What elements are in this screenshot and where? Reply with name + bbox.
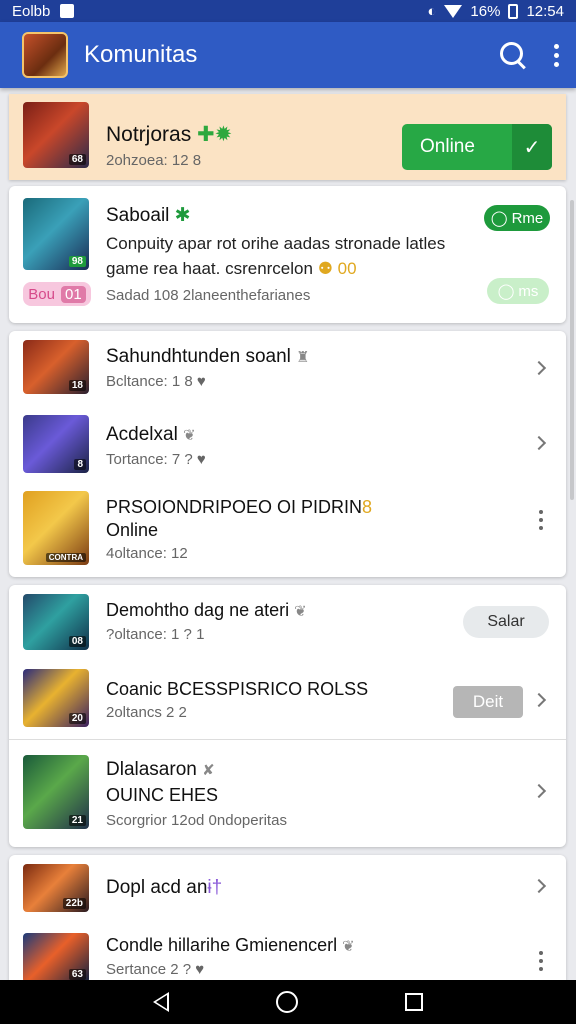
star-icon: ✱ xyxy=(174,205,191,226)
highlight-card[interactable]: 98 Saboail ✱ Conpuity apar rot orihe aad… xyxy=(9,186,566,323)
circle-icon: ◯ xyxy=(497,283,515,300)
group-card-1: 18 Sahundhtunden soanl ♜ Bcltance: 1 8 ♥… xyxy=(9,331,566,577)
recent-apps-icon[interactable] xyxy=(404,993,423,1011)
item-name: Sahundhtunden soanl ♜ xyxy=(106,346,310,367)
coin-icon: ⚉ 00 xyxy=(317,259,357,278)
game-thumbnail: 98 xyxy=(23,198,89,270)
item-name: Dopl acd anɨ† xyxy=(106,877,223,898)
item-name: Demohtho dag ne ateri ❦ xyxy=(106,600,307,620)
highlight-line-2: game rea haat. csrenrcelon ⚉ 00 xyxy=(106,259,357,278)
item-name: Coanic BCESSPISRICO ROLSS xyxy=(106,679,369,699)
game-thumbnail: 68 xyxy=(23,102,89,168)
house-icon: ♜ xyxy=(296,349,310,366)
item-name-2: OUINC EHES xyxy=(106,785,219,805)
app-bar: Komunitas xyxy=(0,22,576,88)
more-vert-icon[interactable] xyxy=(538,510,544,530)
item-sub: 4oltance: 12 xyxy=(106,545,188,562)
notification-icon xyxy=(60,4,75,18)
join-button[interactable]: Salar xyxy=(463,606,549,638)
chevron-right-icon[interactable] xyxy=(531,435,547,451)
game-thumbnail: 21 xyxy=(23,755,89,829)
community-list[interactable]: 68 Notrjoras ✚✹ 2ohzoea: 12 8 Online ✓ 9… xyxy=(0,88,576,980)
home-icon[interactable] xyxy=(275,991,298,1013)
more-vert-icon[interactable] xyxy=(538,951,544,971)
item-sub: ?oltance: 1 ? 1 xyxy=(106,626,205,643)
item-sub: Tortance: 7 ? ♥ xyxy=(106,451,206,468)
item-name: Acdelxal ❦ xyxy=(106,424,196,445)
battery-icon xyxy=(508,3,519,19)
online-button[interactable]: Online ✓ xyxy=(402,124,552,170)
more-vert-icon[interactable] xyxy=(552,43,560,67)
game-thumbnail: 08 xyxy=(23,594,89,650)
shield-icon: ❦ xyxy=(294,603,307,620)
clock: 12:54 xyxy=(526,2,564,20)
item-name-2: Online xyxy=(106,520,159,540)
trophy-icon: ɨ† xyxy=(207,877,223,898)
check-icon: ✓ xyxy=(512,124,552,170)
carrier-label: Eolbb xyxy=(12,2,51,20)
system-nav-bar xyxy=(0,980,576,1024)
status-bar: Eolbb ◐ 16% 12:54 xyxy=(0,0,576,22)
battery-label: 16% xyxy=(470,2,501,20)
featured-item[interactable]: 68 Notrjoras ✚✹ 2ohzoea: 12 8 Online ✓ xyxy=(9,94,566,180)
highlight-name: Saboail ✱ xyxy=(106,205,191,226)
item-name: PRSOIONDRIPOEO OI PIDRIN8 xyxy=(106,497,373,517)
item-sub: Bcltance: 1 8 ♥ xyxy=(106,373,206,390)
chevron-right-icon[interactable] xyxy=(531,783,547,799)
item-name: Dlalasaron ✘ xyxy=(106,759,215,780)
divider xyxy=(9,739,566,740)
game-thumbnail: 20 xyxy=(23,669,89,727)
game-thumbnail: 22b xyxy=(23,864,89,912)
search-icon[interactable] xyxy=(498,40,528,70)
edit-button[interactable]: Deit xyxy=(453,686,523,718)
game-thumbnail: 63 xyxy=(23,933,89,980)
featured-sub: 2ohzoea: 12 8 xyxy=(106,152,202,169)
shield-icon: ❦ xyxy=(183,427,196,444)
status-pill[interactable]: ◯ Rme xyxy=(484,205,550,231)
circle-icon: ◯ xyxy=(490,210,508,227)
item-name: Condle hillarihe Gmienencerl ❦ xyxy=(106,935,355,955)
game-thumbnail: 18 xyxy=(23,340,89,394)
shield-icon: ❦ xyxy=(342,938,355,955)
pink-tag[interactable]: Bou 01 xyxy=(23,282,91,306)
game-logo-icon[interactable] xyxy=(22,32,68,78)
chevron-right-icon[interactable] xyxy=(531,360,547,376)
item-sub: 2oltancs 2 2 xyxy=(106,704,187,721)
vibrate-icon: ◐ xyxy=(427,2,437,20)
close-icon: ✘ xyxy=(202,762,215,779)
game-thumbnail: 8 xyxy=(23,415,89,473)
secondary-pill[interactable]: ◯ ms xyxy=(487,278,549,304)
highlight-meta: Sadad 108 2laneenthefarianes xyxy=(106,287,311,304)
featured-name: Notrjoras ✚✹ xyxy=(106,123,233,146)
chevron-right-icon[interactable] xyxy=(531,692,547,708)
group-card-3: 22b Dopl acd anɨ† 63 Condle hillarihe Gm… xyxy=(9,855,566,980)
highlight-line-1: Conpuity apar rot orihe aadas stronade l… xyxy=(106,234,446,253)
group-card-2: 08 Demohtho dag ne ateri ❦ ?oltance: 1 ?… xyxy=(9,585,566,847)
scrollbar[interactable] xyxy=(570,200,574,500)
page-title: Komunitas xyxy=(84,41,198,68)
chevron-right-icon[interactable] xyxy=(531,878,547,894)
wifi-icon xyxy=(444,4,463,18)
item-sub: Scorgrior 12od 0ndoperitas xyxy=(106,812,287,829)
game-thumbnail: CONTRA xyxy=(23,491,89,565)
item-sub: Sertance 2 ? ♥ xyxy=(106,961,205,978)
featured-emoji: ✚✹ xyxy=(197,123,233,146)
back-icon[interactable] xyxy=(153,992,170,1012)
